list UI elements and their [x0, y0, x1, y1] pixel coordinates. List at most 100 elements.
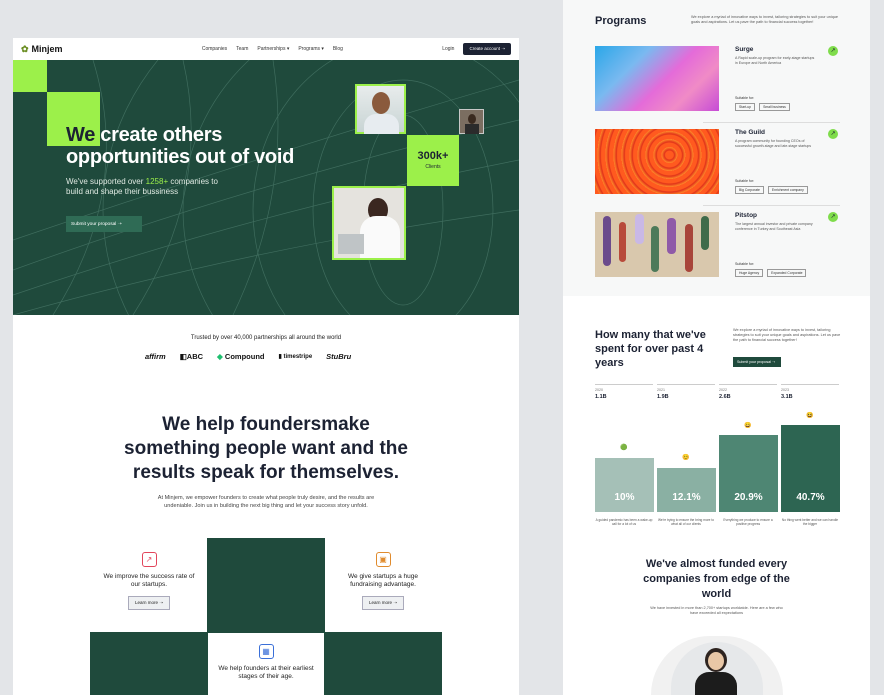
stat-value: 300k+: [417, 150, 449, 162]
bar-12: 12.1%: [657, 468, 716, 512]
bar-label: 12.1%: [672, 492, 701, 503]
programs-section: Programs We explore a myriad of innovati…: [563, 0, 870, 297]
partner-logos: affirm ◧ABC ◆ Compound ▮ timestripe StuB…: [145, 352, 351, 361]
programs-description: We explore a myriad of innovative ways t…: [691, 15, 839, 24]
arrow-up-right-icon[interactable]: ↗: [828, 46, 838, 56]
program-description: A Rapid scale-up program for early-stage…: [735, 56, 815, 65]
stat-card: 300k+ Clients: [407, 135, 459, 186]
brand-logo[interactable]: ✿ Minjem: [21, 44, 63, 55]
founder-photo-small: [459, 109, 484, 134]
logo-timestripe-text: timestripe: [283, 354, 313, 360]
tag: Big Corporate: [735, 186, 764, 194]
learn-more-button[interactable]: Learn more ➝: [127, 596, 171, 610]
landing-page-preview: ✿ Minjem Companies Team Partnerships ▾ P…: [13, 38, 519, 695]
founder-photo-man: [355, 84, 406, 134]
suitable-label: Suitable for:: [735, 96, 755, 100]
bar-caption: Everything we produce to ensure a positi…: [723, 518, 773, 526]
logo-icon: ✿: [21, 43, 29, 54]
hero-section: We create others opportunities out of vo…: [13, 60, 519, 315]
brand-name: Minjem: [31, 44, 63, 54]
logo-compound: ◆ Compound: [217, 352, 264, 361]
nav-link-team[interactable]: Team: [236, 46, 248, 52]
learn-more-button[interactable]: Learn more ➝: [361, 596, 405, 610]
year-stat-2020: 2020 1.1B: [595, 384, 653, 400]
year-value: 3.1B: [781, 394, 793, 400]
bar-caption: We're trying to ensure the bring more to…: [657, 518, 714, 526]
bar-caption: A guided pandemic has been a wake-up cal…: [595, 518, 653, 526]
arrow-up-right-icon[interactable]: ↗: [828, 129, 838, 139]
founder-portrait: [651, 636, 783, 695]
program-card-surge[interactable]: Surge A Rapid scale-up program for early…: [595, 46, 840, 116]
stats-description: We explore a myriad of innovative ways t…: [733, 328, 841, 342]
program-description: A program community for founding CEOs of…: [735, 139, 812, 148]
bar-label: 20.9%: [734, 492, 763, 503]
stats-heading: How many that we've spent for over past …: [595, 329, 706, 369]
chart-up-icon: ↗: [141, 552, 157, 567]
program-tags: Huge Agency Expanded Corporate: [735, 269, 807, 277]
logo-stubru: StuBru: [326, 352, 352, 361]
funded-subtext-text: We have invested in more than 2,700+ sta…: [650, 606, 783, 615]
help-paragraph: At Minjem, we empower founders to create…: [13, 494, 519, 510]
year-stat-2023: 2023 3.1B: [781, 384, 839, 400]
surge-image: [595, 46, 719, 111]
year-label: 2020: [595, 388, 603, 392]
emoji-icon: 😄: [744, 423, 752, 429]
bar-label: 40.7%: [796, 492, 825, 503]
divider: [703, 122, 840, 123]
login-link[interactable]: Login: [442, 46, 454, 52]
bar-label: 10%: [614, 492, 635, 503]
timestripe-mark-icon: ▮: [278, 354, 282, 360]
tag: Start-up: [735, 103, 756, 111]
calendar-icon: ▦: [258, 644, 274, 659]
create-account-button[interactable]: Create account ➝: [463, 43, 511, 55]
submit-proposal-button[interactable]: Submit your proposal ➝: [733, 357, 781, 367]
pitstop-image: [595, 212, 719, 277]
arrow-up-right-icon[interactable]: ↗: [828, 212, 838, 222]
funded-heading: We've almost funded every companies from…: [563, 557, 870, 602]
tag: Enrichment company: [767, 186, 808, 194]
nav-link-blog[interactable]: Blog: [333, 46, 343, 52]
program-tags: Start-up Small business: [735, 103, 790, 111]
logo-compound-text: Compound: [224, 352, 265, 361]
programs-title: Programs: [595, 15, 647, 27]
tag: Expanded Corporate: [767, 269, 807, 277]
program-name: Pitstop: [735, 212, 758, 219]
suitable-label: Suitable for:: [735, 262, 755, 266]
company-count: 1258+: [145, 177, 169, 186]
year-value: 1.1B: [595, 394, 607, 400]
submit-proposal-button[interactable]: Submit your proposal ➝: [66, 216, 142, 232]
year-label: 2021: [657, 388, 665, 392]
emoji-icon: 😆: [806, 413, 814, 419]
abc-mark-icon: ◧: [179, 352, 187, 361]
logo-abc-text: ABC: [186, 352, 204, 361]
year-value: 1.9B: [657, 394, 669, 400]
nav-link-companies[interactable]: Companies: [202, 46, 227, 52]
year-stat-2021: 2021 1.9B: [657, 384, 715, 400]
program-tags: Big Corporate Enrichment company: [735, 186, 808, 194]
nav-link-partnerships[interactable]: Partnerships ▾: [257, 46, 289, 52]
divider: [703, 205, 840, 206]
suitable-label: Suitable for:: [735, 179, 755, 183]
program-card-pitstop[interactable]: Pitstop The largest annual investor and …: [595, 212, 840, 282]
nav-link-programs[interactable]: Programs ▾: [298, 46, 324, 52]
trusted-text: Trusted by over 40,000 partnerships all …: [190, 335, 342, 341]
stats-section: How many that we've spent for over past …: [563, 296, 870, 695]
green-block-left: [90, 632, 208, 695]
year-stat-2022: 2022 2.6B: [719, 384, 777, 400]
briefcase-icon: ▣: [375, 552, 391, 567]
feature-card-success: ↗ We improve the success rate of our sta…: [100, 552, 198, 610]
hero-subtext: We've supported over 1258+ companies to …: [66, 177, 236, 197]
green-block-top: [207, 538, 325, 633]
year-label: 2022: [719, 388, 727, 392]
headline-accent: We: [66, 124, 96, 146]
program-card-guild[interactable]: The Guild A program community for foundi…: [595, 129, 840, 199]
feature-card-fundraising: ▣ We give startups a huge fundraising ad…: [334, 552, 432, 610]
funded-heading-text: We've almost funded every companies from…: [643, 558, 790, 600]
founder-photo-woman: [332, 186, 406, 260]
bar-20: 20.9%: [719, 435, 778, 512]
subtext-pre: We've supported over: [66, 177, 146, 186]
green-block-right: [324, 632, 442, 695]
top-nav: ✿ Minjem Companies Team Partnerships ▾ P…: [13, 38, 519, 60]
year-value: 2.6B: [719, 394, 731, 400]
feature-text: We help founders at their earliest stage…: [218, 665, 314, 680]
